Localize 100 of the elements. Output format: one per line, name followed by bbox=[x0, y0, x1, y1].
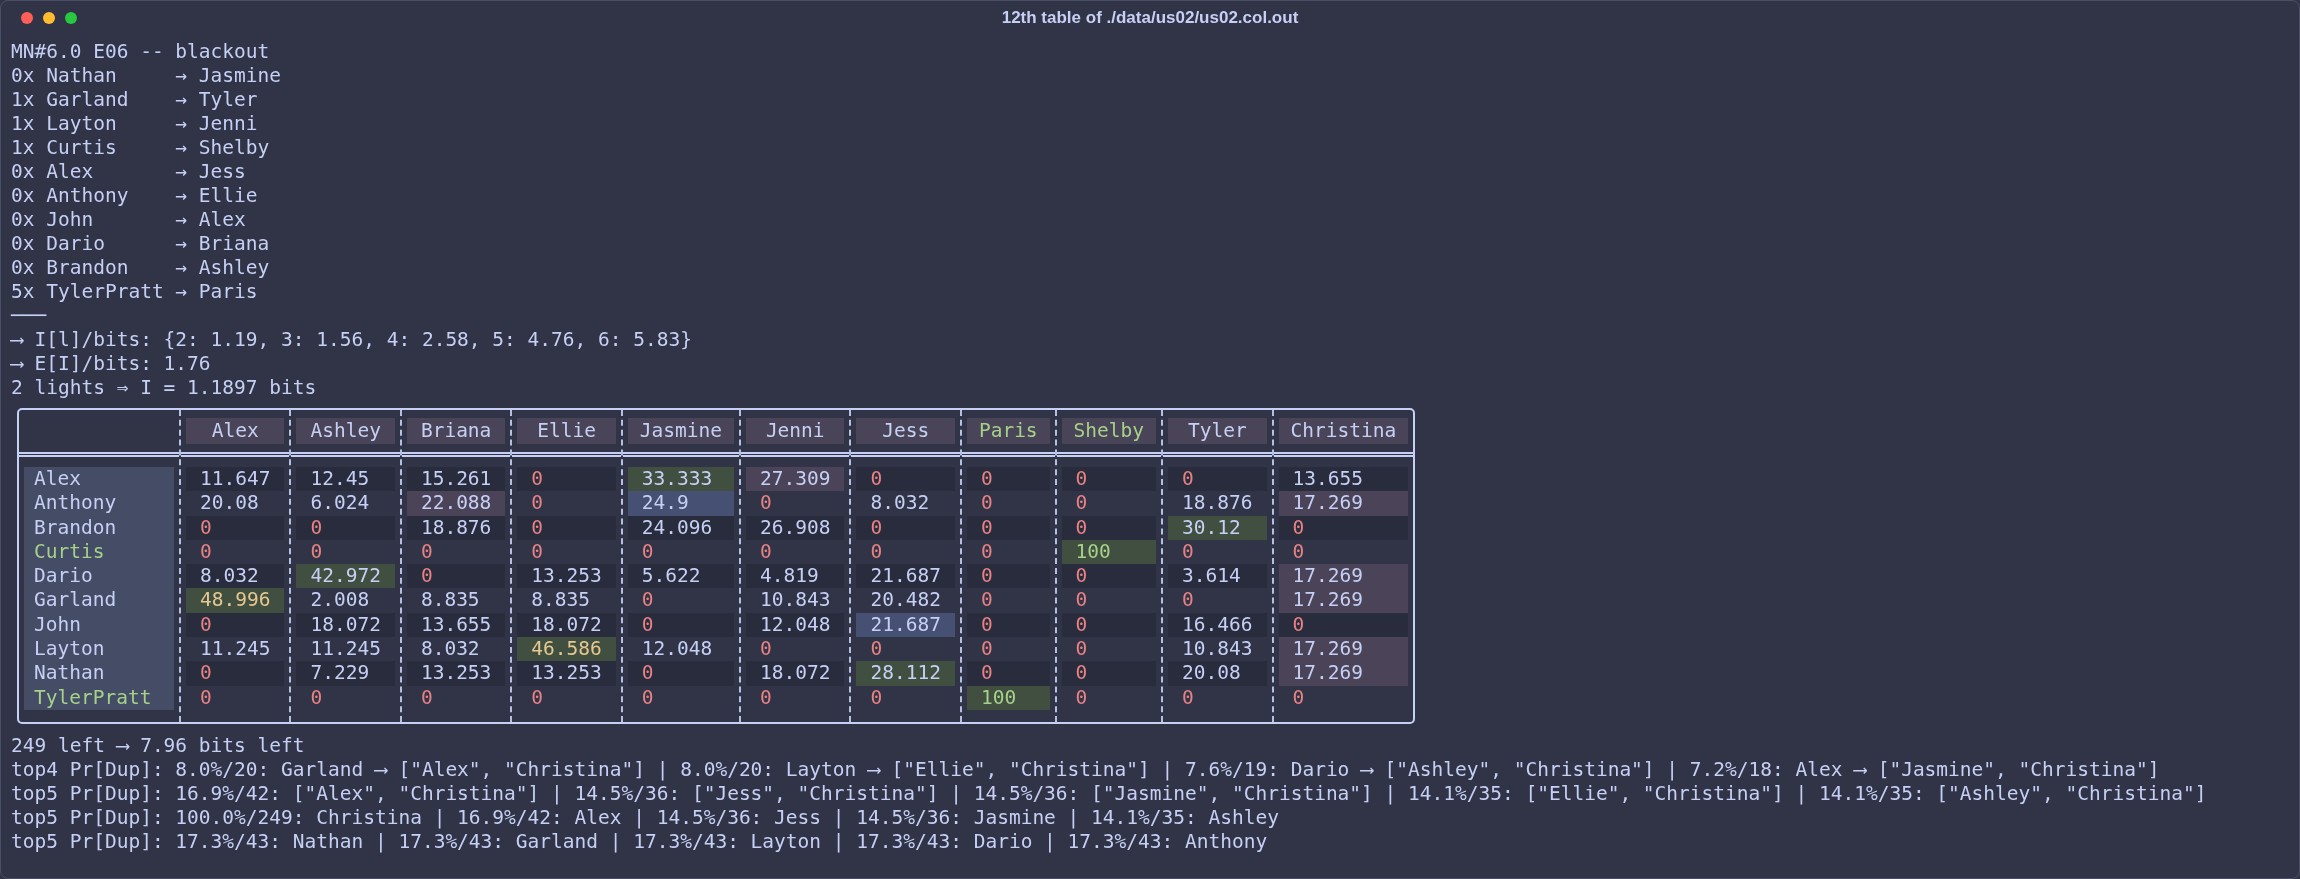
terminal-line: top5 Pr[Dup]: 16.9%/42: ["Alex", "Christina"] | 14.5%/36: ["Jess", "Christina"] | 14.5%/36: ["Jasmine", "Christina"] | 14.1%/35: ["Ellie", "Christina"] | 14.1%/35: ["Ashley", "Christina"] bbox=[11, 781, 2208, 806]
terminal-line: ⟶ I[l]/bits: {2: 1.19, 3: 1.56, 4: 2.58, 5: 4.76, 6: 5.83} bbox=[11, 328, 693, 352]
column-header: Jenni bbox=[746, 418, 845, 444]
column-header: Alex bbox=[186, 418, 285, 444]
table-cell-text: 0 bbox=[530, 685, 545, 710]
table-cell-text: 0 bbox=[979, 491, 994, 516]
table-cell-text: 11.245 bbox=[199, 637, 272, 662]
table-cell: 0 bbox=[1061, 661, 1157, 686]
table-cell: 18.072 bbox=[296, 612, 395, 638]
terminal-line: top5 Pr[Dup]: 17.3%/43: Nathan | 17.3%/43: Garland | 17.3%/43: Layton | 17.3%/43: Dario | 17.3%/43: Anthony bbox=[11, 829, 1269, 854]
table-cell-text: 8.835 bbox=[530, 588, 592, 613]
row-label: Brandon bbox=[34, 515, 118, 540]
table-cell: 0 bbox=[406, 564, 506, 589]
column-header: Ellie bbox=[517, 418, 616, 444]
table-cell-text: 0 bbox=[530, 539, 545, 565]
table-cell: 4.819 bbox=[746, 564, 845, 589]
table-cell: 16.466 bbox=[1168, 612, 1267, 638]
table-cell: 0 bbox=[966, 515, 1050, 540]
table-cell: 0 bbox=[966, 467, 1050, 492]
column-header: Jasmine bbox=[627, 418, 734, 444]
table-cell: 17.269 bbox=[1278, 661, 1409, 686]
terminal-line: 0x John → Alex bbox=[11, 208, 247, 232]
row-label: Curtis bbox=[34, 539, 106, 565]
table-cell-text: 0 bbox=[199, 685, 213, 710]
terminal-line: 0x Nathan → Jasmine bbox=[11, 64, 283, 88]
terminal-line: 2 lights ⇒ I = 1.1897 bits bbox=[11, 376, 318, 400]
table-cell: 0 bbox=[186, 661, 285, 686]
row-label: Layton bbox=[34, 637, 106, 662]
table-cell: 17.269 bbox=[1278, 637, 1409, 662]
table-cell-text: 0 bbox=[309, 539, 324, 565]
terminal-line: 1x Curtis → Shelby bbox=[11, 136, 271, 160]
table-cell-text: 0 bbox=[1181, 588, 1195, 613]
table-cell-text: 0 bbox=[309, 685, 324, 710]
column-header: Ashley bbox=[296, 418, 395, 444]
row-label: John bbox=[34, 612, 82, 638]
terminal-line: top5 Pr[Dup]: 100.0%/249: Christina | 16.9%/42: Alex | 14.5%/36: Jess | 14.5%/36: Jasmine | 14.1%/35: Ashley bbox=[11, 805, 1280, 830]
terminal-line: 5x TylerPratt → Paris bbox=[11, 280, 259, 304]
table-cell: 100 bbox=[1061, 539, 1157, 565]
table-cell-text: 0 bbox=[869, 539, 884, 565]
column-header: Christina bbox=[1278, 418, 1409, 444]
row-label: Nathan bbox=[34, 661, 106, 686]
table-cell: 7.229 bbox=[296, 661, 395, 686]
table-cell-text: 0 bbox=[530, 491, 545, 516]
table-cell-text: 2.008 bbox=[309, 588, 371, 613]
table-cell: 28.112 bbox=[856, 661, 955, 686]
table-cell: 0 bbox=[1061, 564, 1157, 589]
row-label: Garland bbox=[34, 588, 118, 613]
table-cell-text: 8.835 bbox=[419, 588, 481, 613]
table-cell: 13.655 bbox=[1278, 467, 1409, 492]
table-cell: 5.622 bbox=[627, 564, 734, 589]
terminal-line: MN#6.0 E06 -- blackout bbox=[11, 40, 271, 64]
table-cell-text: 0 bbox=[869, 637, 884, 662]
table-cell: 13.253 bbox=[517, 661, 616, 686]
table-cell-text: 0 bbox=[759, 685, 773, 710]
terminal-line: ⟶ E[I]/bits: 1.76 bbox=[11, 352, 212, 376]
table-cell: 24.096 bbox=[627, 515, 734, 540]
table-cell: 0 bbox=[1061, 612, 1157, 638]
table-cell-text: 0 bbox=[419, 539, 434, 565]
column-header: Tyler bbox=[1168, 418, 1267, 444]
minimize-button[interactable] bbox=[43, 12, 55, 24]
column-header: Shelby bbox=[1061, 418, 1157, 444]
table-cell: 0 bbox=[966, 661, 1050, 686]
close-button[interactable] bbox=[21, 12, 33, 24]
table-cell: 0 bbox=[1278, 612, 1409, 638]
table-cell-text: 0 bbox=[979, 539, 994, 565]
table-cell-text: 0 bbox=[979, 637, 994, 662]
table-cell-text: 0 bbox=[759, 637, 773, 662]
terminal-line: 0x Brandon → Ashley bbox=[11, 256, 271, 280]
table-cell-text: 0 bbox=[1074, 637, 1089, 662]
table-cell: 42.972 bbox=[296, 564, 395, 589]
table-cell-text: 0 bbox=[979, 588, 994, 613]
table-cell: 46.586 bbox=[517, 637, 616, 662]
table-cell-text: 8.032 bbox=[419, 637, 481, 662]
table-cell-text: 0 bbox=[640, 588, 655, 613]
table-cell: 13.253 bbox=[517, 564, 616, 589]
table-cell: 0 bbox=[966, 612, 1050, 638]
terminal-line: 249 left ⟶ 7.96 bits left bbox=[11, 733, 306, 758]
table-cell: 24.9 bbox=[627, 491, 734, 516]
table-cell: 0 bbox=[186, 515, 285, 540]
table-cell: 18.072 bbox=[746, 661, 845, 686]
terminal-line: 0x Dario → Briana bbox=[11, 232, 271, 256]
table-cell-text: 8.032 bbox=[869, 491, 931, 516]
table-cell-text: 0 bbox=[1291, 539, 1306, 565]
table-cell: 17.269 bbox=[1278, 588, 1409, 613]
maximize-button[interactable] bbox=[65, 12, 77, 24]
table-cell: 0 bbox=[856, 467, 955, 492]
table-cell-text: 0 bbox=[1181, 539, 1195, 565]
table-cell: 0 bbox=[856, 515, 955, 540]
table-cell: 20.08 bbox=[1168, 661, 1267, 686]
table-cell-text: 6.024 bbox=[309, 491, 371, 516]
table-cell: 13.655 bbox=[406, 612, 506, 638]
table-cell-text: 0 bbox=[1291, 685, 1306, 710]
table-cell: 0 bbox=[1168, 467, 1267, 492]
table-cell: 0 bbox=[186, 612, 285, 638]
table-cell: 17.269 bbox=[1278, 491, 1409, 516]
table-cell-text: 0 bbox=[640, 539, 655, 565]
column-header: Paris bbox=[966, 418, 1050, 444]
table-cell: 0 bbox=[627, 612, 734, 638]
terminal-line: ─── bbox=[11, 304, 48, 328]
table-cell: 48.996 bbox=[186, 588, 285, 613]
